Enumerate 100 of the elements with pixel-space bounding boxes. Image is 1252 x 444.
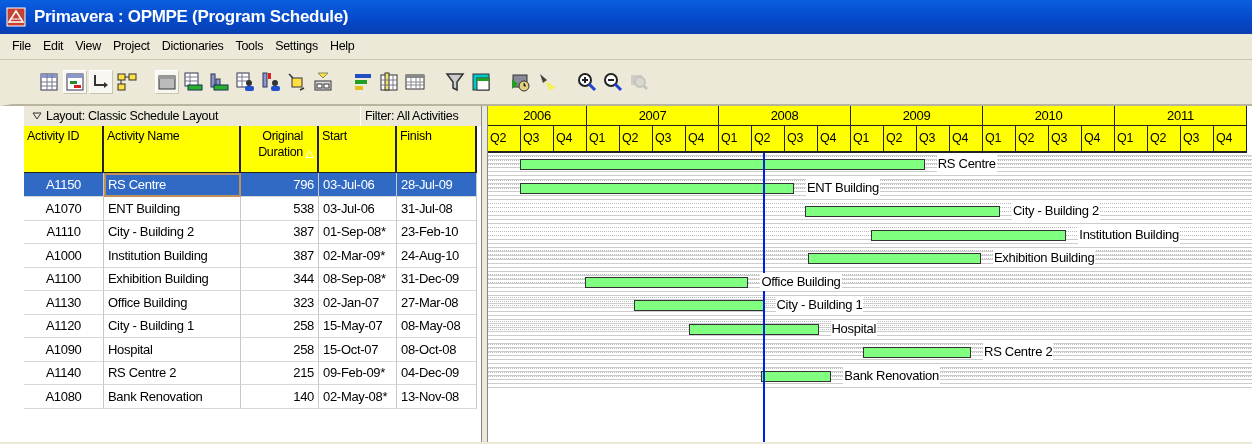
bar-label: RS Centre xyxy=(936,155,997,173)
histogram-person-button[interactable] xyxy=(259,70,283,94)
columns-icon xyxy=(378,71,400,93)
column-header[interactable]: Start xyxy=(322,128,347,144)
bar-label: City - Building 1 xyxy=(775,296,864,314)
histogram-icon xyxy=(208,71,230,93)
arrow-button[interactable] xyxy=(89,70,113,94)
table-cell: 538 xyxy=(241,196,319,221)
table-row[interactable]: A1110 City - Building 2 387 01-Sep-08* 23-Feb-10 xyxy=(24,220,481,244)
column-header[interactable]: Activity Name xyxy=(107,128,180,144)
table-row[interactable]: A1130 Office Building 323 02-Jan-07 27-Mar-08 xyxy=(24,290,481,314)
tray-icon xyxy=(312,71,334,93)
schedule-icon xyxy=(510,71,532,93)
table-cell: 387 xyxy=(241,243,319,268)
quarter-header: Q4 xyxy=(950,126,983,153)
quarter-header: Q2 xyxy=(752,126,785,153)
layout-icon xyxy=(470,71,492,93)
table-cell: Office Building xyxy=(104,290,241,315)
menu-item[interactable]: Edit xyxy=(36,37,70,56)
columns-button[interactable] xyxy=(377,70,401,94)
grid-icon xyxy=(404,71,426,93)
histogram-button[interactable] xyxy=(207,70,231,94)
gantt-icon xyxy=(64,71,86,93)
table-cell: 215 xyxy=(241,361,319,385)
network-button[interactable] xyxy=(115,70,139,94)
filter-icon xyxy=(444,71,466,93)
table-cell: 258 xyxy=(241,314,319,338)
table-button[interactable] xyxy=(37,70,61,94)
table-icon xyxy=(38,71,60,93)
table-bar-icon xyxy=(182,71,204,93)
table-cell: 258 xyxy=(241,337,319,362)
quarter-header: Q3 xyxy=(917,126,950,153)
table-cell: A1000 xyxy=(24,243,104,268)
menu-item[interactable]: Help xyxy=(323,37,361,56)
table-cell: RS Centre 2 xyxy=(104,361,241,385)
layout-name[interactable]: Layout: Classic Schedule Layout xyxy=(46,106,219,126)
table-cell: A1110 xyxy=(24,220,104,244)
table-cell: A1130 xyxy=(24,290,104,315)
filter-button[interactable] xyxy=(443,70,467,94)
bar-label: Office Building xyxy=(760,272,842,291)
menu-item[interactable]: Settings xyxy=(269,37,324,56)
table-cell: 04-Dec-09 xyxy=(397,361,477,385)
table-row[interactable]: A1140 RS Centre 2 215 09-Feb-09* 04-Dec-09 xyxy=(24,361,481,385)
table-cell: 28-Jul-09 xyxy=(397,173,477,197)
quarter-header: Q1 xyxy=(983,126,1016,153)
table-cell: A1080 xyxy=(24,384,104,409)
quarter-header: Q4 xyxy=(686,126,719,153)
quarter-header: Q4 xyxy=(818,126,851,153)
caret-icon[interactable] xyxy=(32,112,42,120)
tray-button[interactable] xyxy=(311,70,335,94)
bar-label: Bank Renovation xyxy=(843,366,940,385)
menu-item[interactable]: Project xyxy=(106,37,156,56)
quarter-header: Q4 xyxy=(1214,126,1247,153)
table-cell: 08-Sep-08* xyxy=(319,267,397,291)
quarter-header: Q4 xyxy=(554,126,587,153)
zoom-in-icon xyxy=(576,71,598,93)
zoom-in-button[interactable] xyxy=(575,70,599,94)
table-cell: 23-Feb-10 xyxy=(397,220,477,244)
table-cell: 03-Jul-06 xyxy=(319,196,397,221)
table-row[interactable]: A1150 RS Centre 796 03-Jul-06 28-Jul-09 xyxy=(24,173,481,197)
table-person-button[interactable] xyxy=(233,70,257,94)
menu-item[interactable]: File xyxy=(6,37,37,56)
gantt-button[interactable] xyxy=(63,70,87,94)
table-row[interactable]: A1070 ENT Building 538 03-Jul-06 31-Jul-08 xyxy=(24,196,481,220)
quarter-header: Q3 xyxy=(785,126,818,153)
table-cell: 08-Oct-08 xyxy=(397,337,477,362)
table-cell: 13-Nov-08 xyxy=(397,384,477,409)
table-row[interactable]: A1120 City - Building 1 258 15-May-07 08-May-08 xyxy=(24,314,481,338)
table-cell: Bank Renovation xyxy=(104,384,241,409)
menu-item[interactable]: View xyxy=(69,37,107,56)
table-cell: 02-May-08* xyxy=(319,384,397,409)
table-cell: Hospital xyxy=(104,337,241,362)
window-button[interactable] xyxy=(155,70,179,94)
table-row[interactable]: A1090 Hospital 258 15-Oct-07 08-Oct-08 xyxy=(24,337,481,361)
zoom-out-button[interactable] xyxy=(601,70,625,94)
table-cell: 03-Jul-06 xyxy=(319,173,397,197)
table-cell: A1140 xyxy=(24,361,104,385)
bar-label: City - Building 2 xyxy=(1011,202,1100,220)
table-row[interactable]: A1080 Bank Renovation 140 02-May-08* 13-Nov-08 xyxy=(24,384,481,408)
bar-label: Hospital xyxy=(830,319,878,338)
quarter-header: Q2 xyxy=(1148,126,1181,153)
table-cell: City - Building 1 xyxy=(104,314,241,338)
column-header[interactable]: Finish xyxy=(400,128,432,144)
layout-button[interactable] xyxy=(469,70,493,94)
table-cell: 08-May-08 xyxy=(397,314,477,338)
table-cell: A1120 xyxy=(24,314,104,338)
menu-item[interactable]: Tools xyxy=(229,37,270,56)
table-row[interactable]: A1000 Institution Building 387 02-Mar-09* 24-Aug-10 xyxy=(24,243,481,267)
table-cell: 24-Aug-10 xyxy=(397,243,477,268)
table-cell: 02-Jan-07 xyxy=(319,290,397,315)
table-person-icon xyxy=(234,71,256,93)
table-cell: 15-Oct-07 xyxy=(319,337,397,362)
table-cell: 387 xyxy=(241,220,319,244)
table-bar-button[interactable] xyxy=(181,70,205,94)
table-cell: 27-Mar-08 xyxy=(397,290,477,315)
table-row[interactable]: A1100 Exhibition Building 344 08-Sep-08* 31-Dec-09 xyxy=(24,267,481,291)
quarter-header: Q1 xyxy=(587,126,620,153)
table-cell: Exhibition Building xyxy=(104,267,241,291)
menu-item[interactable]: Dictionaries xyxy=(155,37,230,56)
table-cell: 140 xyxy=(241,384,319,409)
